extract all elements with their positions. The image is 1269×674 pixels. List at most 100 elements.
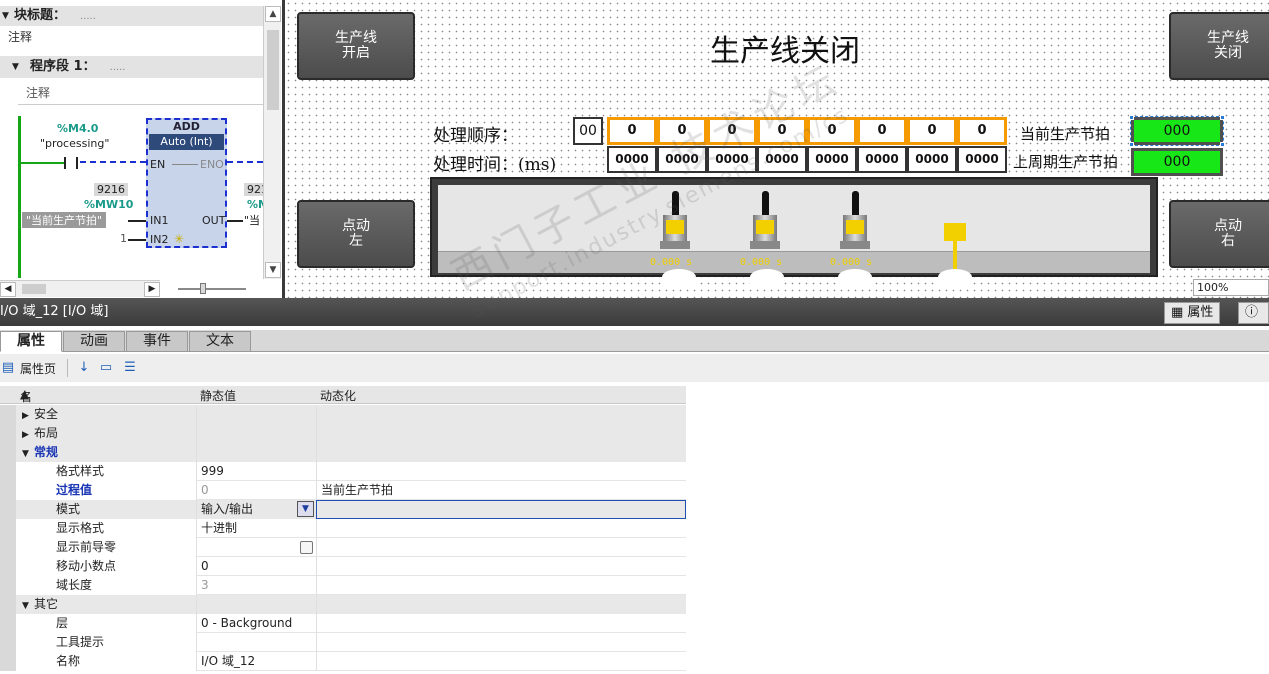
property-static[interactable]: 0 - Background [196, 614, 316, 633]
property-static[interactable]: 0 [196, 557, 316, 576]
zoom-slider-knob[interactable] [200, 283, 206, 294]
property-dynamic[interactable] [316, 652, 686, 671]
sort-alphabetic-icon[interactable]: ↓ [76, 360, 92, 376]
last-cycle-io-field[interactable]: 000 [1131, 148, 1223, 176]
property-page-icon[interactable]: ▤ [0, 360, 16, 376]
column-header-dynamic[interactable]: 动态化 [320, 387, 356, 404]
list-view-icon[interactable]: ☰ [122, 360, 138, 376]
property-row-general[interactable]: ▼ 常规 [0, 443, 686, 462]
sequence-field-2[interactable]: 0 [657, 117, 707, 145]
time-field-7[interactable]: 0000 [907, 146, 957, 173]
sequence-field-8[interactable]: 0 [957, 117, 1007, 145]
property-dynamic[interactable] [316, 614, 686, 633]
no-contact[interactable] [64, 157, 78, 169]
property-row-mode[interactable]: 模式 输入/输出 ▼ [0, 500, 686, 519]
selection-handle[interactable] [1129, 142, 1134, 147]
network-comment[interactable]: 注释 [26, 84, 50, 101]
scroll-up-icon[interactable]: ▲ [265, 6, 281, 22]
time-field-4[interactable]: 0000 [757, 146, 807, 173]
sequence-field-3[interactable]: 0 [707, 117, 757, 145]
add-instruction-box[interactable]: ADD Auto (Int) EN ENO IN1 OUT IN2 ✳ [146, 118, 227, 248]
tab-texts[interactable]: 文本 [189, 331, 251, 352]
property-row-display-format[interactable]: 显示格式 十进制 [0, 519, 686, 538]
column-header-static[interactable]: 静态值 [200, 387, 236, 404]
property-row-field-length[interactable]: 域长度 3 [0, 576, 686, 595]
selection-handle[interactable] [1129, 115, 1134, 120]
tab-events[interactable]: 事件 [126, 331, 188, 352]
property-static[interactable]: 999 [196, 462, 316, 481]
current-cycle-io-field[interactable]: 000 [1130, 116, 1224, 146]
sequence-field-6[interactable]: 0 [857, 117, 907, 145]
property-row-layer[interactable]: 层 0 - Background [0, 614, 686, 633]
horizontal-scrollbar[interactable]: ◀ ▶ [0, 280, 160, 297]
block-comment[interactable]: 注释 [8, 28, 32, 45]
jog-left-button[interactable]: 点动 左 [297, 200, 415, 268]
group-view-icon[interactable]: ▭ [98, 360, 114, 376]
expand-icon[interactable]: ▶ [22, 426, 34, 444]
property-static[interactable] [196, 633, 316, 652]
time-field-5[interactable]: 0000 [807, 146, 857, 173]
scroll-left-icon[interactable]: ◀ [0, 282, 16, 297]
property-static[interactable]: I/O 域_12 [196, 652, 316, 671]
property-static[interactable]: 十进制 [196, 519, 316, 538]
tab-animations[interactable]: 动画 [63, 331, 125, 352]
property-dynamic[interactable] [316, 557, 686, 576]
property-row-leading-zeros[interactable]: 显示前导零 [0, 538, 686, 557]
property-dynamic[interactable] [316, 519, 686, 538]
time-field-6[interactable]: 0000 [857, 146, 907, 173]
line-start-button[interactable]: 生产线 开启 [297, 12, 415, 80]
zoom-level-field[interactable]: 100% [1193, 279, 1269, 296]
sequence-field-4[interactable]: 0 [757, 117, 807, 145]
property-dynamic[interactable] [316, 538, 686, 557]
property-row-shift-decimal[interactable]: 移动小数点 0 [0, 557, 686, 576]
in1-symbol[interactable]: "当前生产节拍" [22, 212, 107, 228]
sequence-index-field[interactable]: 00 [573, 117, 603, 145]
collapse-icon[interactable]: ▼ [22, 445, 34, 463]
selection-handle[interactable] [1220, 142, 1225, 147]
property-row-security[interactable]: ▶ 安全 [0, 405, 686, 424]
selection-handle[interactable] [1220, 115, 1225, 120]
network-header[interactable]: ▼ 程序段 1：..... [0, 56, 263, 78]
time-field-1[interactable]: 0000 [607, 146, 657, 173]
property-row-layout[interactable]: ▶ 布局 [0, 424, 686, 443]
zoom-slider[interactable] [178, 283, 246, 294]
property-row-tooltip[interactable]: 工具提示 [0, 633, 686, 652]
vertical-scrollbar[interactable]: ▲ ▼ [263, 6, 281, 279]
scroll-thumb[interactable] [22, 284, 46, 294]
out-symbol[interactable]: "当 [244, 212, 260, 228]
line-stop-button[interactable]: 生产线 关闭 [1169, 12, 1269, 80]
collapse-icon[interactable]: ▼ [2, 6, 9, 26]
time-field-8[interactable]: 0000 [957, 146, 1007, 173]
property-dynamic[interactable] [316, 462, 686, 481]
scroll-thumb[interactable] [267, 30, 279, 110]
add-type[interactable]: Auto (Int) [149, 134, 224, 150]
scroll-down-icon[interactable]: ▼ [265, 262, 281, 278]
jog-right-button[interactable]: 点动 右 [1169, 200, 1269, 268]
inspector-info-tab[interactable]: ⓘ信 [1238, 302, 1269, 324]
property-row-misc[interactable]: ▼ 其它 [0, 595, 686, 614]
inspector-properties-tab[interactable]: ▦ 属性 [1164, 302, 1221, 324]
property-dynamic[interactable] [316, 500, 686, 519]
tab-properties[interactable]: 属性 [0, 331, 62, 352]
in2-constant[interactable]: 1 [120, 232, 127, 245]
property-page-button[interactable]: 属性页 [20, 360, 56, 377]
sequence-field-5[interactable]: 0 [807, 117, 857, 145]
block-title-header[interactable]: ▼ 块标题：..... [0, 6, 263, 26]
property-row-name[interactable]: 名称 I/O 域_12 [0, 652, 686, 671]
property-row-format-pattern[interactable]: 格式样式 999 [0, 462, 686, 481]
time-field-2[interactable]: 0000 [657, 146, 707, 173]
property-dynamic[interactable] [316, 576, 686, 595]
collapse-icon[interactable]: ▼ [12, 56, 19, 78]
leading-zeros-checkbox[interactable] [300, 541, 313, 554]
collapse-icon[interactable]: ▼ [22, 597, 34, 615]
sequence-field-7[interactable]: 0 [907, 117, 957, 145]
scroll-right-icon[interactable]: ▶ [144, 282, 160, 297]
property-row-process-value[interactable]: 过程值 0 当前生产节拍 [0, 481, 686, 500]
property-dynamic[interactable] [316, 633, 686, 652]
column-header-name[interactable]: 名称 ▲ [20, 387, 32, 421]
time-field-3[interactable]: 0000 [707, 146, 757, 173]
sequence-field-1[interactable]: 0 [607, 117, 657, 145]
dropdown-arrow-icon[interactable]: ▼ [297, 501, 314, 517]
expand-icon[interactable]: ▶ [22, 407, 34, 425]
property-dynamic[interactable]: 当前生产节拍 [316, 481, 686, 500]
